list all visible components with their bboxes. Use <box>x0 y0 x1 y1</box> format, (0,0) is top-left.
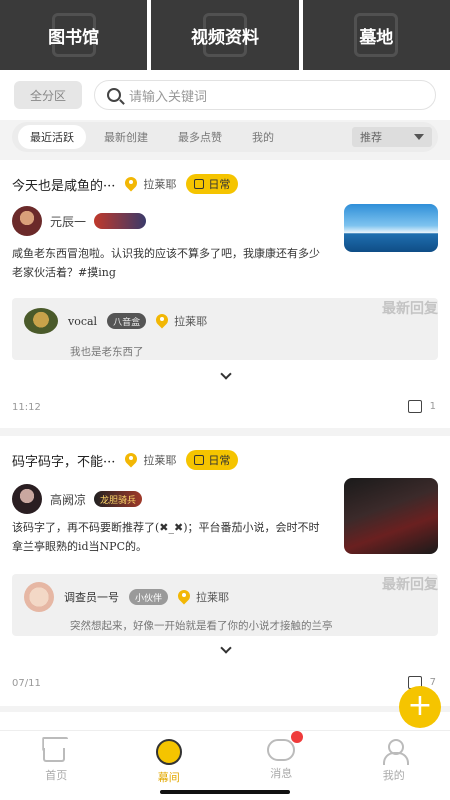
post-thumbnail[interactable] <box>344 204 438 252</box>
post-location-label: 拉莱耶 <box>143 178 177 191</box>
reply-user-name: vocal <box>68 314 98 328</box>
avatar[interactable] <box>12 484 42 514</box>
zone-selector[interactable]: 全分区 <box>14 81 82 109</box>
post-body: 咸鱼老东西冒泡啦。认识我的应该不算多了吧，我康康还有多少老家伙活着？#摸ing <box>12 247 320 279</box>
category-videos-label: 视频资料 <box>190 27 259 47</box>
location-pin-icon <box>156 314 168 328</box>
avatar[interactable] <box>12 206 42 236</box>
latest-reply-label: 最新回复 <box>382 300 438 316</box>
author-name: 元辰一 <box>50 214 87 229</box>
message-icon <box>267 731 304 761</box>
reply-user-name: 调查员一号 <box>64 591 119 604</box>
search-placeholder: 请输入关键词 <box>129 89 208 105</box>
tag-icon <box>194 179 205 189</box>
author-name: 高阙凉 <box>50 492 87 507</box>
expand-chevron-icon[interactable] <box>220 368 232 380</box>
reply-user-badge: 八音盒 <box>107 313 147 329</box>
location-pin-icon <box>125 453 137 467</box>
post-time: 07/11 <box>12 678 41 689</box>
filter-bar: 最近活跃 最新创建 最多点赞 我的 推荐 <box>12 122 438 152</box>
sort-dropdown[interactable]: 推荐 <box>352 127 432 147</box>
post-card[interactable]: 今天也是咸鱼的··· 拉莱耶 日常 元辰一 咸鱼老东西冒泡啦。认识我的应该不算多… <box>0 160 450 428</box>
thumbs-up-icon <box>407 400 422 413</box>
reply-location-label: 拉莱耶 <box>174 315 208 328</box>
sort-label: 推荐 <box>360 131 382 144</box>
filter-tab-newest[interactable]: 最新创建 <box>92 125 160 149</box>
person-icon <box>382 739 409 765</box>
filter-tab-most-liked[interactable]: 最多点赞 <box>166 125 234 149</box>
category-cemetery-label: 墓地 <box>359 27 394 47</box>
category-library[interactable]: 图书馆 <box>0 0 148 70</box>
reply-location-label: 拉莱耶 <box>196 591 230 604</box>
post-header: 码字码字，不能··· 拉莱耶 日常 <box>12 450 239 470</box>
home-icon <box>43 739 69 763</box>
post-card[interactable] <box>0 712 450 730</box>
tab-me-label: 我的 <box>382 769 405 782</box>
tab-home[interactable]: 首页 <box>0 731 113 800</box>
tab-lounge-label: 幕间 <box>157 771 180 784</box>
expand-chevron-icon[interactable] <box>220 642 232 654</box>
search-input[interactable]: 请输入关键词 <box>94 80 436 110</box>
chevron-down-icon <box>414 134 424 140</box>
reply-user: 调查员一号 小伙伴 拉莱耶 <box>24 582 229 612</box>
lounge-icon <box>155 739 182 765</box>
tag-icon <box>194 455 205 465</box>
post-location-label: 拉莱耶 <box>143 454 177 467</box>
post-thumbnail[interactable] <box>344 478 438 554</box>
category-library-label: 图书馆 <box>48 27 100 47</box>
avatar[interactable] <box>24 582 54 612</box>
category-videos[interactable]: 视频资料 <box>151 0 299 70</box>
latest-reply[interactable]: 最新回复 调查员一号 小伙伴 拉莱耶 突然想起来，好像一开始就是看了你的小说才接… <box>12 574 438 636</box>
post-author[interactable]: 高阙凉 龙胆骑兵 <box>12 484 143 514</box>
post-title: 今天也是咸鱼的··· <box>12 178 116 194</box>
post-tag-label: 日常 <box>208 454 231 467</box>
latest-reply-label: 最新回复 <box>382 576 438 592</box>
post-location: 拉莱耶 <box>125 176 176 192</box>
post-body: 该码字了，再不码要断推荐了(✖_✖)；平台番茄小说，会时不时拿兰亭眼熟的id当N… <box>12 521 320 553</box>
category-cemetery[interactable]: 墓地 <box>302 0 450 70</box>
location-pin-icon <box>125 177 137 191</box>
tab-me[interactable]: 我的 <box>338 731 450 800</box>
like-button[interactable]: 1 <box>407 400 436 413</box>
post-time: 11:12 <box>12 402 41 413</box>
post-author[interactable]: 元辰一 <box>12 206 147 236</box>
author-badge: 龙胆骑兵 <box>94 491 143 507</box>
reply-user-badge: 小伙伴 <box>129 589 169 605</box>
location-pin-icon <box>178 590 190 604</box>
notification-dot <box>291 731 304 743</box>
add-post-button[interactable]: + <box>399 686 441 728</box>
like-count: 1 <box>429 401 436 412</box>
category-banner: 图书馆 视频资料 墓地 <box>0 0 450 70</box>
search-icon <box>107 88 121 102</box>
post-title: 码字码字，不能··· <box>12 454 116 470</box>
post-tag-label: 日常 <box>208 178 231 191</box>
avatar[interactable] <box>24 308 58 334</box>
post-header: 今天也是咸鱼的··· 拉莱耶 日常 <box>12 174 239 194</box>
reply-user: vocal 八音盒 拉莱耶 <box>24 308 207 334</box>
post-tag[interactable]: 日常 <box>186 174 239 194</box>
reply-text: 突然想起来，好像一开始就是看了你的小说才接触的兰亭 <box>70 620 333 632</box>
post-location: 拉莱耶 <box>125 452 176 468</box>
home-indicator <box>160 790 290 794</box>
reply-location: 拉莱耶 <box>178 589 229 605</box>
author-badge-icon <box>94 213 147 229</box>
filter-tab-recent-active[interactable]: 最近活跃 <box>18 125 86 149</box>
post-tag[interactable]: 日常 <box>186 450 239 470</box>
tab-messages-label: 消息 <box>270 767 293 780</box>
search-row: 全分区 请输入关键词 <box>0 70 450 120</box>
reply-location: 拉莱耶 <box>156 313 207 329</box>
reply-text: 我也是老东西了 <box>70 346 144 358</box>
post-card[interactable]: 码字码字，不能··· 拉莱耶 日常 高阙凉 龙胆骑兵 该码字了，再不码要断推荐了… <box>0 436 450 706</box>
latest-reply[interactable]: 最新回复 vocal 八音盒 拉莱耶 我也是老东西了 <box>12 298 438 360</box>
tab-home-label: 首页 <box>45 769 68 782</box>
filter-tab-mine[interactable]: 我的 <box>240 125 286 149</box>
like-count: 7 <box>429 677 436 688</box>
